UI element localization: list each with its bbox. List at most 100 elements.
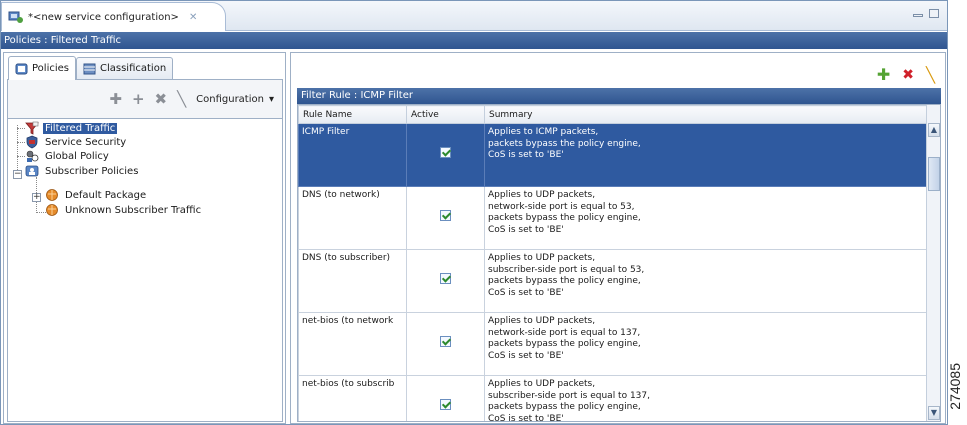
table-row[interactable]: ICMP Filter Applies to ICMP packets, pac… [298, 123, 927, 187]
minimize-icon[interactable] [913, 14, 923, 17]
package-icon [46, 204, 58, 216]
vertical-scrollbar[interactable]: ▲ ▼ [926, 105, 940, 421]
figure-id: 274085 [947, 363, 963, 410]
summary-line: CoS is set to 'BE' [488, 287, 564, 298]
column-header-rule-name[interactable]: Rule Name [298, 105, 407, 124]
rule-name-cell: net-bios (to network [298, 312, 407, 376]
policies-icon [15, 63, 28, 74]
left-toolbar: ✚ + ✖ ╲ Configuration ▾ [109, 90, 274, 108]
tab-classification-label: Classification [100, 63, 167, 74]
tree-item-global-policy[interactable]: Global Policy [25, 149, 111, 163]
maximize-icon[interactable] [929, 9, 939, 18]
add-child-icon[interactable]: + [132, 90, 145, 108]
configuration-menu-label: Configuration [196, 93, 264, 105]
tree-connector [17, 156, 25, 157]
summary-line: Applies to ICMP packets, [488, 127, 599, 137]
active-checkbox[interactable] [440, 147, 451, 159]
rule-name-cell: DNS (to subscriber) [298, 249, 407, 313]
edit-icon[interactable]: ╲ [177, 90, 186, 108]
summary-line: packets bypass the policy engine, [488, 339, 641, 349]
tree-item-unknown-subscriber-traffic[interactable]: Unknown Subscriber Traffic [45, 203, 203, 217]
table-row[interactable]: DNS (to network) Applies to UDP packets,… [298, 186, 927, 250]
tree-item-service-security[interactable]: Service Security [25, 135, 128, 149]
delete-rule-icon[interactable]: ✖ [902, 67, 914, 83]
rule-section-title: Filter Rule : ICMP Filter [297, 88, 941, 104]
tree-item-label: Global Policy [45, 150, 109, 162]
policies-panel: Policies Classification ✚ + ✖ ╲ Configur… [3, 52, 286, 424]
security-icon [26, 135, 38, 149]
summary-cell: Applies to UDP packets, subscriber-side … [484, 249, 927, 313]
summary-cell: Applies to ICMP packets, packets bypass … [484, 123, 927, 187]
table-row[interactable]: net-bios (to network Applies to UDP pack… [298, 312, 927, 376]
scroll-down-icon[interactable]: ▼ [928, 406, 940, 420]
classification-icon [83, 63, 96, 74]
column-header-active[interactable]: Active [406, 105, 485, 124]
delete-icon[interactable]: ✖ [155, 90, 168, 108]
policy-tree: − + Filtered Traffic Service Security Gl… [7, 119, 283, 422]
rules-panel: ✚ ✖ ╲ Filter Rule : ICMP Filter Rule Nam… [290, 52, 946, 424]
tree-connector [17, 142, 25, 143]
rule-name-cell: DNS (to network) [298, 186, 407, 250]
edit-rule-icon[interactable]: ╲ [926, 66, 935, 84]
summary-cell: Applies to UDP packets, network-side por… [484, 186, 927, 250]
summary-cell: Applies to UDP packets, subscriber-side … [484, 375, 927, 422]
rules-table: Rule Name Active Summary ICMP Filter App… [297, 104, 941, 422]
expand-default-package[interactable]: + [32, 193, 41, 202]
active-checkbox[interactable] [440, 336, 451, 348]
chevron-down-icon: ▾ [268, 93, 274, 105]
scroll-up-icon[interactable]: ▲ [928, 123, 940, 137]
summary-line: CoS is set to 'BE' [488, 224, 564, 235]
service-config-icon [8, 11, 23, 23]
tab-policies[interactable]: Policies [8, 56, 76, 80]
summary-line: CoS is set to 'BE' [488, 350, 564, 361]
summary-line: packets bypass the policy engine, [488, 138, 641, 149]
scrollbar-thumb[interactable] [928, 157, 940, 191]
column-header-summary[interactable]: Summary [484, 105, 927, 124]
add-rule-icon[interactable]: ✚ [877, 65, 890, 84]
filter-icon [25, 121, 39, 135]
summary-line: subscriber-side port is equal to 53, [488, 264, 645, 275]
summary-line: Applies to UDP packets, [488, 253, 596, 263]
tree-item-label: Subscriber Policies [45, 165, 139, 177]
table-row[interactable]: DNS (to subscriber) Applies to UDP packe… [298, 249, 927, 313]
tree-item-label: Service Security [45, 136, 127, 148]
summary-line: network-side port is equal to 53, [488, 201, 635, 212]
tree-item-filtered-traffic[interactable]: Filtered Traffic [25, 121, 118, 135]
rule-name-cell: net-bios (to subscrib [298, 375, 407, 421]
summary-line: packets bypass the policy engine, [488, 276, 641, 286]
configuration-menu[interactable]: Configuration ▾ [196, 94, 274, 105]
tree-item-label: Filtered Traffic [43, 122, 118, 134]
summary-line: Applies to UDP packets, [488, 316, 596, 326]
editor-tab[interactable]: *<new service configuration> ✕ [1, 2, 226, 31]
summary-line: CoS is set to 'BE' [488, 413, 564, 422]
breadcrumb: Policies : Filtered Traffic [1, 32, 947, 49]
active-checkbox[interactable] [440, 210, 451, 222]
package-icon [46, 189, 58, 201]
table-row[interactable]: net-bios (to subscrib Applies to UDP pac… [298, 375, 927, 422]
summary-line: network-side port is equal to 137, [488, 327, 641, 338]
summary-line: subscriber-side port is equal to 137, [488, 390, 650, 401]
subscriber-policies-icon [25, 165, 39, 177]
summary-line: packets bypass the policy engine, [488, 402, 641, 412]
close-tab-icon[interactable]: ✕ [189, 12, 197, 23]
summary-cell: Applies to UDP packets, network-side por… [484, 312, 927, 376]
summary-line: Applies to UDP packets, [488, 190, 596, 200]
tab-policies-label: Policies [32, 63, 69, 74]
tree-item-default-package[interactable]: Default Package [45, 188, 148, 202]
tree-connector [17, 128, 25, 129]
collapse-subscriber-policies[interactable]: − [13, 170, 22, 179]
tree-item-label: Default Package [65, 189, 147, 201]
tab-classification[interactable]: Classification [76, 57, 174, 79]
summary-line: Applies to UDP packets, [488, 379, 596, 389]
left-toolbar-area: ✚ + ✖ ╲ Configuration ▾ [7, 79, 283, 119]
add-policy-icon[interactable]: ✚ [109, 90, 122, 108]
tree-item-label: Unknown Subscriber Traffic [65, 204, 202, 216]
active-checkbox[interactable] [440, 273, 451, 285]
editor-tab-bar: *<new service configuration> ✕ [1, 1, 947, 31]
global-policy-icon [26, 150, 39, 162]
editor-tab-title: *<new service configuration> [28, 11, 179, 23]
active-checkbox[interactable] [440, 399, 451, 411]
tree-item-subscriber-policies[interactable]: Subscriber Policies [25, 164, 140, 178]
rules-toolbar: ✚ ✖ ╲ [877, 65, 935, 84]
editor-window: *<new service configuration> ✕ Policies … [0, 0, 948, 425]
